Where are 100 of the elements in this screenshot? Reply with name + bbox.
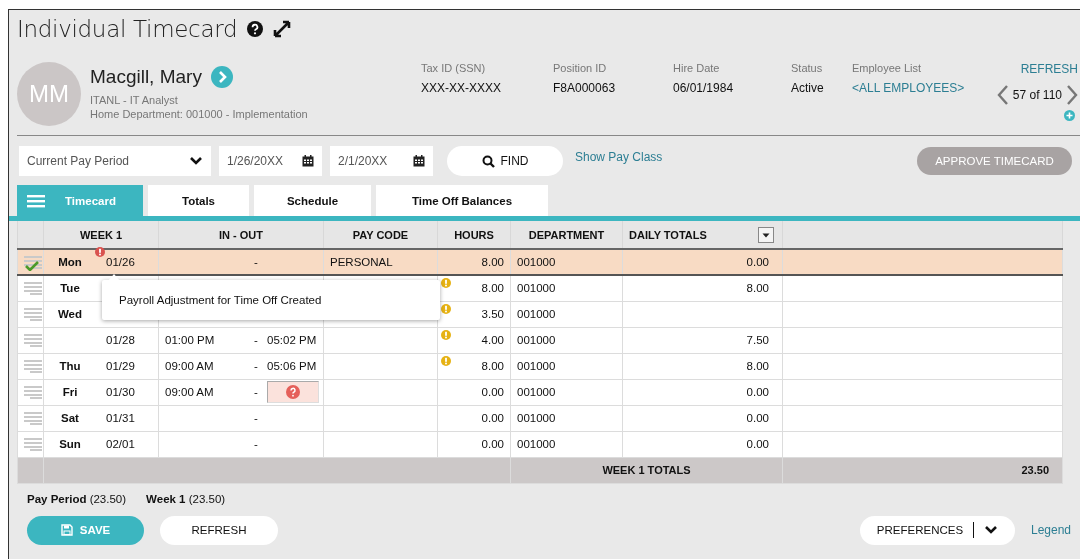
time-in: 09:00 AM: [165, 386, 215, 398]
time-separator: -: [253, 438, 259, 450]
chevron-right-icon[interactable]: [1066, 84, 1078, 106]
table-row[interactable]: Sat 01/31 - 0.00 001000 0.00: [17, 405, 1063, 431]
show-pay-class-link[interactable]: Show Pay Class: [575, 150, 663, 164]
menu-icon: [27, 193, 45, 208]
plus-circle-icon[interactable]: [1064, 110, 1075, 121]
hours-value: 3.50: [481, 308, 504, 320]
tooltip: Payroll Adjustment for Time Off Created: [102, 280, 440, 320]
field-value: XXX-XX-XXXX: [421, 81, 503, 95]
calendar-icon[interactable]: [302, 155, 314, 167]
caret-down-icon[interactable]: [984, 525, 999, 535]
day-label: Fri: [61, 386, 79, 398]
daily-total: 0.00: [746, 438, 769, 450]
hours-value: 0.00: [481, 438, 504, 450]
daily-total: 0.00: [746, 386, 769, 398]
department-code: 001000: [517, 282, 556, 295]
field-value: 06/01/1984: [673, 81, 735, 95]
field-label: Position ID: [553, 62, 608, 74]
refresh-link[interactable]: REFRESH: [1020, 62, 1078, 76]
time-separator: -: [253, 334, 259, 346]
table-row[interactable]: Mon 01/26 - PERSONAL 8.00 001000 0.00: [17, 249, 1063, 275]
caret-down-icon[interactable]: [189, 156, 203, 166]
column-header: DAILY TOTALS: [629, 228, 707, 241]
table-row[interactable]: Fri 01/30 09:00 AM - 0.00 001000 0.00: [17, 379, 1063, 405]
department-code: 001000: [517, 438, 556, 450]
hours-value: 0.00: [481, 386, 504, 398]
date-text: 02/01: [105, 438, 135, 450]
legend-link[interactable]: Legend: [1030, 523, 1071, 537]
day-label: Tue: [59, 282, 81, 295]
department-code: 001000: [517, 386, 556, 398]
row-menu-icon[interactable]: [24, 411, 42, 425]
time-out: 05:02 PM: [267, 334, 318, 346]
save-icon: [60, 524, 73, 536]
table-row[interactable]: Thu 01/29 09:00 AM - 05:06 PM 8.00 001000 8.00: [17, 353, 1063, 379]
hours-value: 8.00: [481, 282, 504, 295]
time-separator: -: [253, 360, 259, 372]
row-menu-icon[interactable]: [24, 307, 42, 321]
hours-value: 4.00: [481, 334, 504, 346]
field-value: F8A000063: [553, 81, 617, 95]
tab[interactable]: Schedule: [254, 185, 371, 216]
hours-value: 8.00: [481, 256, 504, 268]
tab[interactable]: Totals: [148, 185, 249, 216]
home-department-text: Home Department: 001000 - Implementation: [90, 108, 309, 120]
row-menu-icon[interactable]: [24, 255, 42, 269]
daily-total: 0.00: [746, 412, 769, 424]
calendar-icon[interactable]: [413, 155, 425, 167]
time-in: 01:00 PM: [165, 334, 216, 346]
column-header: DEPARTMENT: [528, 228, 605, 241]
column-header: HOURS: [454, 228, 494, 241]
table-row[interactable]: Sun 02/01 - 0.00 001000 0.00: [17, 431, 1063, 457]
daily-total: 0.00: [746, 256, 769, 268]
tab[interactable]: Time Off Balances: [376, 185, 548, 216]
row-menu-icon[interactable]: [24, 333, 42, 347]
daily-total: 8.00: [746, 360, 769, 372]
column-header: WEEK 1: [79, 228, 123, 241]
date-text: 01/29: [105, 360, 135, 372]
record-position: 57 of 110: [1012, 88, 1062, 102]
search-icon: [481, 154, 495, 168]
pay-code: PERSONAL: [330, 256, 393, 268]
column-header: PAY CODE: [352, 228, 409, 241]
column-dropdown-icon[interactable]: [758, 226, 774, 243]
time-separator: -: [253, 412, 259, 424]
period-dropdown[interactable]: Current Pay Period: [19, 146, 211, 176]
tooltip-arrow: [108, 274, 120, 281]
employee-list-link[interactable]: <ALL EMPLOYEES>: [852, 81, 972, 95]
time-out: 05:06 PM: [267, 360, 318, 372]
page-title: Individual Timecard: [17, 16, 238, 42]
department-code: 001000: [517, 308, 556, 320]
time-in: 09:00 AM: [165, 360, 215, 372]
date-text: 01/30: [105, 386, 135, 398]
day-label: Sun: [58, 438, 82, 450]
find-button[interactable]: FIND: [447, 146, 563, 176]
employee-name: Macgill, Mary: [90, 66, 202, 88]
help-icon[interactable]: [247, 21, 264, 37]
field-label: Employee List: [852, 62, 923, 74]
totals-value: 23.50: [1021, 464, 1049, 476]
expand-icon[interactable]: [273, 20, 292, 38]
preferences-button[interactable]: PREFERENCES: [859, 515, 1015, 545]
row-menu-icon[interactable]: [24, 281, 42, 296]
date-text: 01/31: [105, 412, 135, 424]
row-menu-icon[interactable]: [24, 359, 42, 373]
summary-total: Pay Period (23.50): [27, 492, 127, 505]
refresh-button[interactable]: REFRESH: [160, 515, 278, 545]
date-text: 01/26: [96, 256, 135, 268]
field-label: Hire Date: [673, 62, 721, 74]
row-menu-icon[interactable]: [24, 385, 42, 399]
missing-time-field[interactable]: [267, 381, 319, 403]
department-code: 001000: [517, 412, 556, 424]
row-menu-icon[interactable]: [24, 437, 42, 451]
position-text: ITANL - IT Analyst: [90, 94, 179, 106]
department-code: 001000: [517, 256, 556, 268]
time-separator: -: [253, 256, 259, 268]
date-field[interactable]: 2/1/20XX: [330, 146, 433, 176]
avatar: MM: [17, 62, 81, 126]
chevron-left-icon[interactable]: [996, 84, 1009, 106]
date-field[interactable]: 1/26/20XX: [219, 146, 322, 176]
chevron-right-circle-icon[interactable]: [210, 66, 233, 88]
table-row[interactable]: 01/28 01:00 PM - 05:02 PM 4.00 001000 7.50: [17, 327, 1063, 353]
field-label: Status: [791, 62, 824, 74]
